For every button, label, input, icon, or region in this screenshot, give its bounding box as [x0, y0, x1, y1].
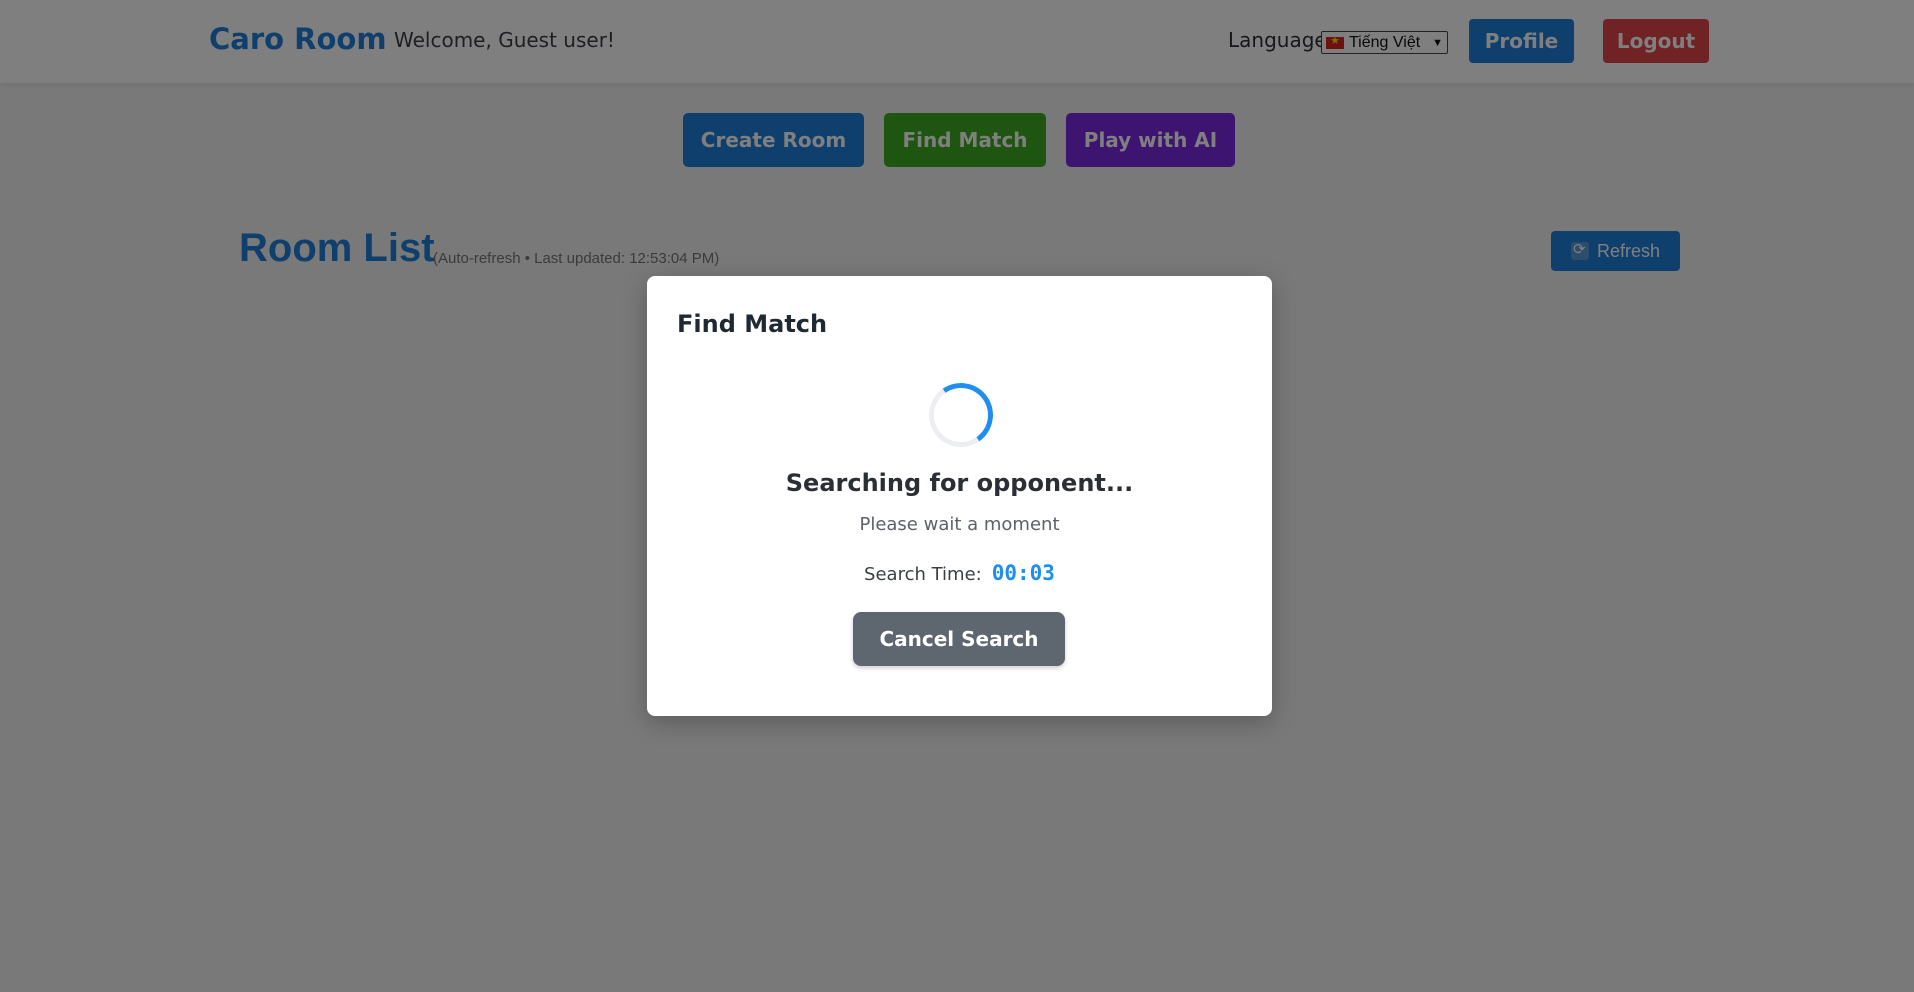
timer-value: 00:03: [991, 561, 1055, 585]
modal-title: Find Match: [677, 310, 828, 338]
search-hint: Please wait a moment: [859, 514, 1060, 535]
search-timer: Search Time: 00:03: [647, 561, 1272, 585]
loading-spinner-icon: [923, 377, 999, 453]
find-match-modal: Find Match Searching for opponent... Ple…: [647, 276, 1272, 716]
search-status: Searching for opponent...: [785, 469, 1134, 497]
timer-label: Search Time:: [864, 564, 982, 585]
cancel-search-button[interactable]: Cancel Search: [853, 612, 1065, 666]
